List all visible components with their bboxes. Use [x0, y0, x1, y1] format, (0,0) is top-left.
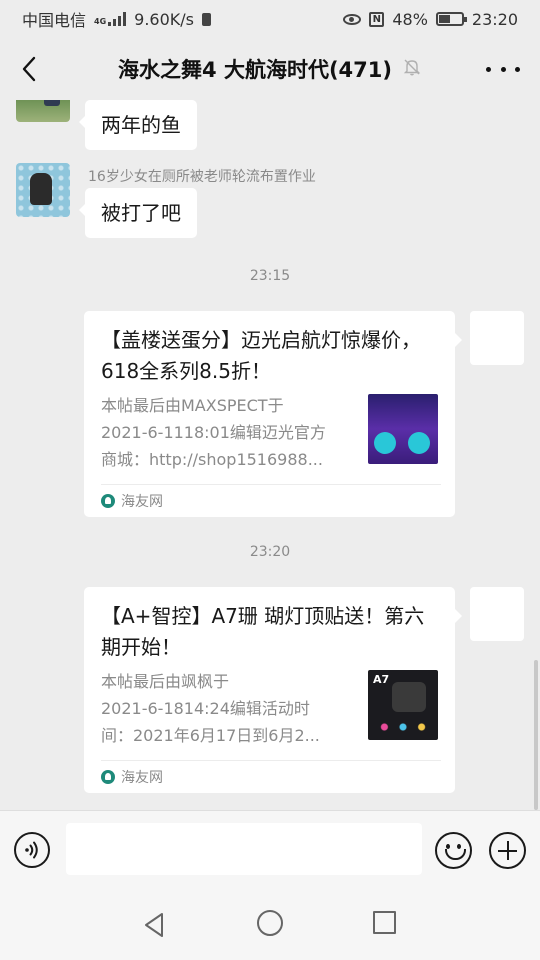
scrollbar[interactable] [534, 660, 538, 810]
avatar[interactable] [16, 100, 70, 122]
emoji-button[interactable] [435, 832, 472, 869]
card-description: 本帖最后由飒枫于 2021-6-1814:24编辑活动时 间：2021年6月17… [101, 672, 320, 745]
nav-back-button[interactable] [140, 910, 170, 940]
divider [101, 484, 441, 485]
link-card[interactable]: 【盖楼送蛋分】迈光启航灯惊爆价，618全系列8.5折！ 本帖最后由MAXSPEC… [84, 311, 462, 517]
source-logo-icon [101, 494, 115, 508]
message-bubble[interactable]: 两年的鱼 [79, 100, 197, 150]
self-avatar[interactable] [470, 587, 524, 641]
mute-bell-icon [402, 57, 422, 82]
more-actions-button[interactable] [489, 832, 526, 869]
card-title: 【A+智控】A7珊 瑚灯顶贴送！第六期开始！ [101, 604, 425, 659]
eye-comfort-icon [343, 13, 362, 25]
input-bar [0, 810, 540, 888]
message-text: 两年的鱼 [101, 113, 181, 137]
signal-icon [108, 12, 127, 26]
carrier-name: 中国电信 [22, 11, 87, 30]
status-right: N 48% 23:20 [343, 10, 518, 29]
source-name: 海友网 [121, 494, 163, 510]
message-timestamp: 23:15 [249, 268, 291, 284]
card-description: 本帖最后由MAXSPECT于 2021-6-1118:01编辑迈光官方 商城：h… [101, 396, 326, 469]
message-bubble[interactable]: 被打了吧 [79, 188, 197, 238]
dot-icon [515, 66, 520, 72]
battery-percent: 48% [392, 9, 428, 29]
card-title: 【盖楼送蛋分】迈光启航灯惊爆价，618全系列8.5折！ [101, 328, 421, 383]
battery-icon [435, 12, 467, 26]
more-options-button[interactable] [486, 56, 520, 82]
link-card[interactable]: 【A+智控】A7珊 瑚灯顶贴送！第六期开始！ 本帖最后由飒枫于 2021-6-1… [84, 587, 462, 793]
message-timestamp: 23:20 [249, 544, 291, 560]
network-speed: 9.60K/s [134, 9, 194, 29]
dot-icon [486, 66, 491, 72]
triangle-back-icon [145, 913, 163, 937]
back-button[interactable] [14, 52, 44, 86]
source-name: 海友网 [121, 770, 163, 786]
nfc-icon: N [369, 11, 385, 27]
notification-icon [202, 12, 211, 26]
message-input[interactable] [66, 823, 422, 875]
card-source: 海友网 [101, 491, 163, 511]
system-nav-bar [0, 888, 540, 960]
message-list[interactable]: 两年的鱼 16岁少女在厕所被老师轮流布置作业 被打了吧 23:15 【盖楼送蛋分… [0, 100, 540, 810]
voice-icon [25, 841, 38, 859]
divider [101, 760, 441, 761]
status-left: 中国电信 4G 9.60K/s [22, 7, 211, 31]
chat-title: 海水之舞4 大航海时代(471) [118, 58, 392, 82]
dot-icon [500, 66, 506, 72]
nav-home-button[interactable] [257, 910, 283, 936]
card-thumbnail [368, 394, 438, 464]
card-source: 海友网 [101, 767, 163, 787]
chat-title-wrap: 海水之舞4 大航海时代(471) [0, 38, 540, 100]
message-text: 被打了吧 [101, 201, 181, 225]
sender-name: 16岁少女在厕所被老师轮流布置作业 [88, 169, 316, 185]
avatar[interactable] [16, 163, 70, 217]
network-tag: 4G [94, 17, 107, 26]
chat-header: 海水之舞4 大航海时代(471) [0, 38, 540, 100]
status-bar: 中国电信 4G 9.60K/s N 48% 23:20 [0, 0, 540, 38]
clock: 23:20 [471, 9, 518, 29]
voice-input-button[interactable] [14, 832, 50, 868]
thumbnail-label: A7 [373, 673, 390, 686]
card-thumbnail: A7 [368, 670, 438, 740]
network-type-icon: 4G [94, 12, 127, 26]
nav-recents-button[interactable] [373, 911, 396, 934]
source-logo-icon [101, 770, 115, 784]
chevron-left-icon [22, 56, 36, 82]
self-avatar[interactable] [470, 311, 524, 365]
